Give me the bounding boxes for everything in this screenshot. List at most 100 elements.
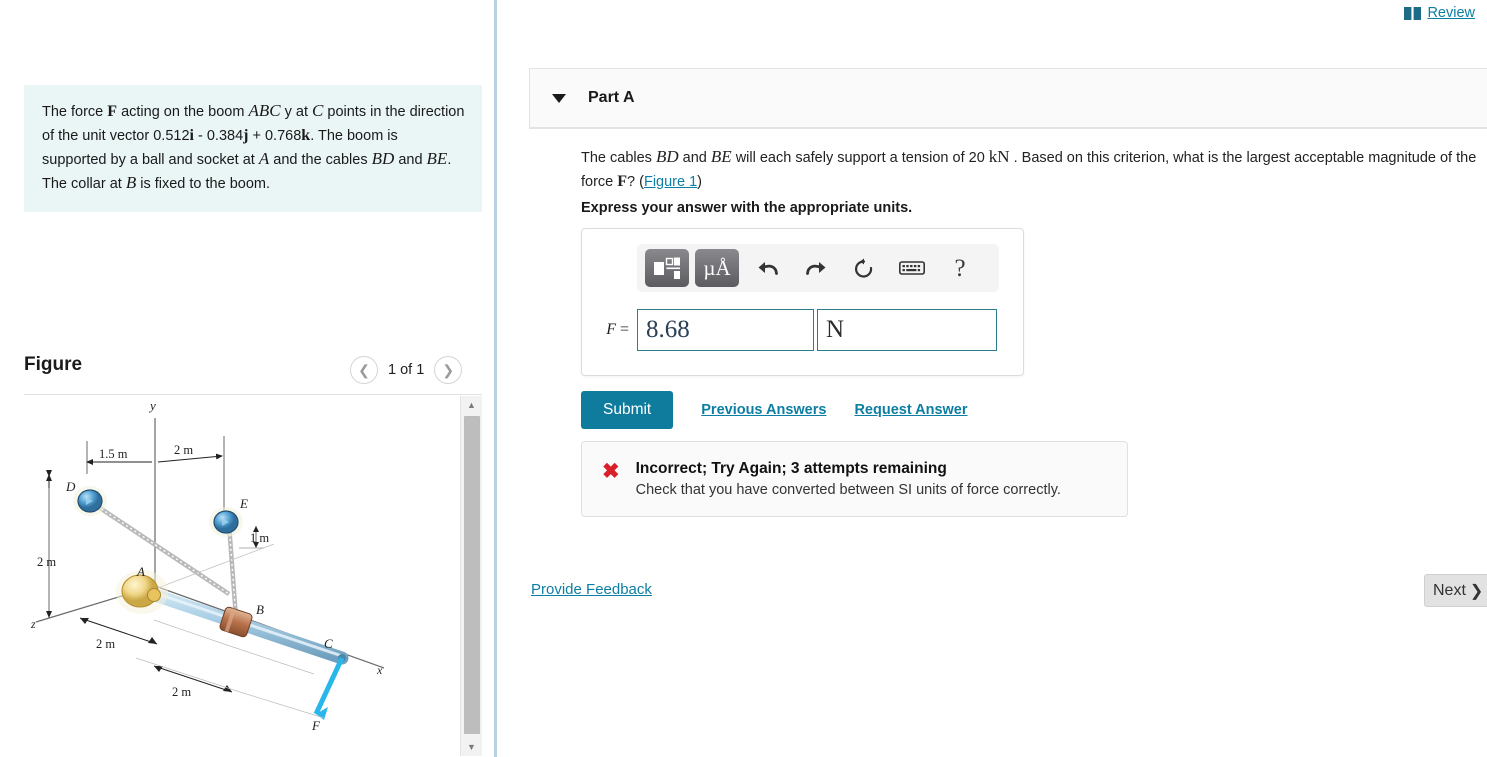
svg-text:1 m: 1 m (250, 531, 269, 545)
question-text-6: ) (697, 173, 703, 190)
svg-text:A: A (136, 564, 145, 579)
next-button[interactable]: Next ❯ (1424, 574, 1487, 607)
force-F-symbol: F (107, 103, 118, 120)
svg-text:D: D (65, 479, 76, 494)
feedback-title: Incorrect; Try Again; 3 attempts remaini… (635, 460, 947, 477)
redo-icon[interactable] (797, 249, 835, 287)
part-a-header[interactable]: Part A (530, 69, 1487, 128)
svg-text:x: x (376, 663, 383, 677)
reset-icon[interactable] (845, 249, 883, 287)
answer-card: µÅ ? F = 8.68 N (581, 228, 1024, 376)
chevron-left-icon: ❮ (358, 362, 370, 378)
point-a-symbol: A (258, 148, 270, 168)
problem-text-9: and (394, 151, 427, 168)
previous-answers-link[interactable]: Previous Answers (701, 402, 826, 418)
provide-feedback-link[interactable]: Provide Feedback (531, 581, 652, 598)
scrollbar-thumb[interactable] (464, 416, 480, 734)
boom-abc-symbol: ABC (248, 101, 281, 120)
book-icon (1404, 6, 1422, 20)
keyboard-glyph (899, 261, 925, 275)
redo-glyph (806, 262, 826, 275)
figure-1-link[interactable]: Figure 1 (644, 174, 697, 190)
submit-button[interactable]: Submit (581, 391, 674, 429)
figure-scrollbar[interactable]: ▲ ▼ (460, 396, 482, 756)
figure-prev-button[interactable]: ❮ (350, 356, 378, 384)
cable-be-symbol: BE (426, 148, 448, 168)
feedback-incorrect-box: ✖ Incorrect; Try Again; 3 attempts remai… (581, 441, 1128, 517)
x-mark-icon: ✖ (602, 460, 620, 483)
point-b-symbol: B (125, 173, 137, 193)
svg-text:C: C (324, 636, 333, 651)
part-a-panel: Part A (529, 68, 1487, 129)
figure-container: y x z 1.5 m 2 m 2 m D E 1 m A B C F 2 m … (24, 394, 482, 757)
review-link-container[interactable]: Review (1404, 5, 1475, 21)
answer-equals-sign: = (619, 321, 629, 338)
chevron-right-icon: ❯ (1469, 582, 1484, 600)
cable-bd-symbol: BD (371, 148, 395, 168)
answer-actions: Submit Previous Answers Request Answer (581, 391, 968, 429)
help-icon[interactable]: ? (941, 249, 979, 287)
problem-text-8: and the cables (269, 151, 372, 168)
svg-text:E: E (239, 496, 248, 511)
question-text-1: The cables (581, 150, 656, 166)
answer-input-row: F = 8.68 N (582, 309, 1025, 351)
problem-text-3: y at (280, 104, 313, 120)
svg-text:B: B (256, 602, 264, 617)
problem-text-1: The force (42, 104, 108, 120)
mechanics-diagram-svg: y x z 1.5 m 2 m 2 m D E 1 m A B C F 2 m … (30, 398, 385, 733)
question-text-5: ? ( (627, 173, 644, 190)
svg-text:2 m: 2 m (37, 555, 56, 569)
svg-text:2 m: 2 m (96, 637, 115, 651)
problem-text-11: is fixed to the boom. (136, 176, 271, 193)
svg-text:z: z (30, 617, 36, 631)
next-button-label: Next (1433, 581, 1466, 599)
question-text-3: will each safely support a tension of 20 (731, 150, 989, 166)
question-prompt: The cables BD and BE will each safely su… (581, 145, 1486, 193)
svg-text:1.5 m: 1.5 m (99, 447, 128, 461)
keyboard-icon[interactable] (893, 249, 931, 287)
scroll-down-arrow-icon[interactable]: ▼ (461, 738, 482, 756)
help-icon-label: ? (954, 254, 966, 282)
problem-statement: The force F acting on the boom ABC y at … (24, 85, 482, 213)
question-unit-kn: kN (988, 147, 1010, 166)
figure-next-button[interactable]: ❯ (434, 356, 463, 384)
point-c-symbol: C (312, 101, 324, 120)
answer-variable-symbol: F (606, 321, 616, 338)
math-toolbar: µÅ ? (637, 244, 999, 292)
reset-glyph (855, 258, 873, 278)
figure-heading: Figure (24, 354, 83, 375)
svg-text:F: F (311, 718, 321, 733)
part-a-label: Part A (588, 89, 635, 106)
feedback-text-group: Incorrect; Try Again; 3 attempts remaini… (636, 460, 1061, 498)
answer-variable-label: F = (582, 321, 637, 339)
undo-glyph (758, 262, 778, 275)
feedback-detail: Check that you have converted between SI… (635, 482, 1061, 498)
express-answer-note: Express your answer with the appropriate… (581, 200, 913, 216)
review-link[interactable]: Review (1427, 5, 1475, 21)
undo-icon[interactable] (749, 249, 787, 287)
problem-text-6: + 0.768 (248, 127, 302, 144)
micro-angstrom-units-icon[interactable]: µÅ (695, 249, 739, 287)
request-answer-link[interactable]: Request Answer (854, 402, 967, 418)
figure-counter: 1 of 1 (388, 362, 425, 378)
question-cable-bd: BD (655, 147, 679, 166)
svg-text:2 m: 2 m (172, 685, 191, 699)
svg-text:2 m: 2 m (174, 443, 193, 457)
answer-value-input[interactable]: 8.68 (637, 309, 814, 351)
question-text-2: and (678, 150, 711, 166)
svg-text:y: y (148, 398, 156, 413)
math-template-icon[interactable] (645, 249, 689, 287)
question-cable-be: BE (710, 147, 732, 166)
caret-down-icon[interactable] (552, 93, 566, 103)
chevron-right-icon: ❯ (442, 362, 455, 378)
answer-units-input[interactable]: N (817, 309, 997, 351)
units-button-label: µÅ (703, 255, 731, 280)
page-root: The force F acting on the boom ABC y at … (0, 0, 1487, 757)
figure-image: y x z 1.5 m 2 m 2 m D E 1 m A B C F 2 m … (24, 396, 460, 756)
unit-vector-k: k (301, 126, 311, 144)
scroll-up-arrow-icon[interactable]: ▲ (461, 396, 482, 414)
problem-text-2: acting on the boom (117, 104, 249, 120)
figure-navigation: ❮ 1 of 1 ❯ (350, 356, 463, 384)
problem-text-5: - 0.384 (193, 127, 244, 144)
left-panel: The force F acting on the boom ABC y at … (0, 0, 497, 757)
